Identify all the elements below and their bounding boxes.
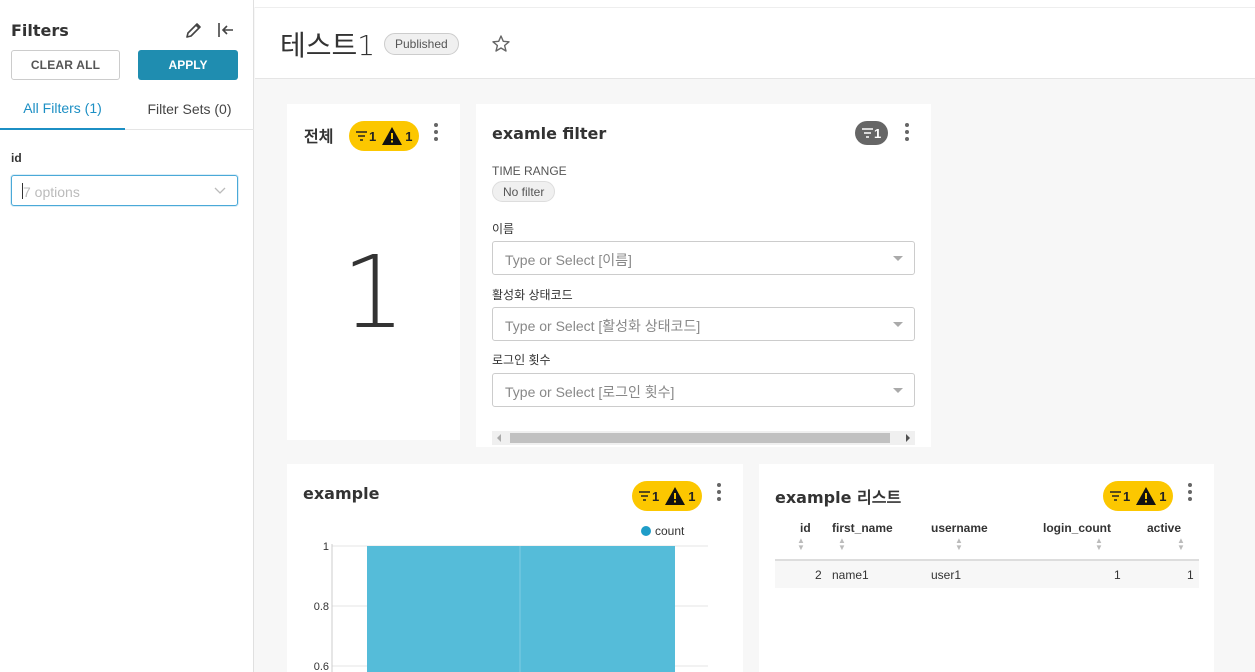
login-count-select[interactable]: Type or Select [로그인 횟수] [492, 373, 915, 407]
filter-warning-badge[interactable]: 1 1 [349, 121, 420, 151]
bar-chart-card: example 1 1 1 0.8 0.6 count [287, 464, 743, 672]
card-menu-icon[interactable] [1187, 483, 1193, 501]
filter-icon [862, 128, 873, 138]
filter-count: 1 [369, 128, 377, 144]
edit-pencil-icon[interactable] [183, 19, 205, 41]
card-title: examle filter [492, 124, 607, 143]
dashboard-title[interactable]: 테스트1 [280, 24, 375, 64]
legend-label[interactable]: count [655, 524, 685, 538]
filter-badge[interactable]: 1 [855, 121, 889, 145]
filter-count: 1 [874, 125, 882, 141]
warning-icon [1136, 487, 1157, 505]
cell-first-name: name1 [832, 568, 869, 582]
filter-count: 1 [1123, 488, 1131, 504]
name-select-placeholder: Type or Select [이름] [505, 252, 632, 268]
cell-username: user1 [931, 568, 962, 582]
filter-box-card: examle filter 1 TIME RANGE No filter 이름 … [476, 104, 931, 447]
tab-filter-sets[interactable]: Filter Sets (0) [125, 88, 254, 130]
column-header-username[interactable]: username [931, 521, 988, 535]
id-filter-placeholder: 7 options [23, 184, 80, 200]
sort-icon[interactable]: ▲ ▼ [797, 537, 805, 552]
active-code-select[interactable]: Type or Select [활성화 상태코드] [492, 307, 915, 341]
favorite-star-icon[interactable] [491, 34, 511, 59]
column-header-active[interactable]: active [1147, 521, 1181, 535]
filter-icon [1110, 491, 1121, 501]
warning-count: 1 [405, 128, 413, 144]
dropdown-arrow-icon [893, 256, 903, 261]
filter-label-id: id [11, 151, 22, 165]
y-tick-label: 0.6 [314, 661, 329, 672]
scrollbar-thumb[interactable] [510, 433, 890, 443]
bar-chart: 1 0.8 0.6 count [314, 524, 708, 672]
sort-icon[interactable]: ▲ ▼ [1095, 537, 1103, 552]
warning-icon [382, 127, 403, 145]
dashboard-header: 테스트1 Published [255, 7, 1255, 79]
cell-id: 2 [815, 568, 822, 582]
column-header-first-name[interactable]: first_name [832, 521, 893, 535]
card-menu-icon[interactable] [904, 123, 910, 141]
chevron-down-icon[interactable] [213, 183, 227, 202]
published-badge[interactable]: Published [384, 33, 459, 55]
legend-marker[interactable] [641, 526, 651, 536]
id-filter-select[interactable]: 7 options [11, 175, 238, 206]
big-number-value: 1 [341, 234, 406, 351]
sidebar-title: Filters [11, 21, 69, 40]
y-tick-label: 1 [323, 541, 329, 553]
filter-tabs: All Filters (1) Filter Sets (0) [0, 88, 254, 130]
time-range-pill[interactable]: No filter [492, 181, 556, 202]
sort-icon[interactable]: ▲ ▼ [1177, 537, 1185, 552]
filter-sidebar: Filters CLEAR ALL APPLY All Filters (1) … [0, 0, 254, 672]
time-range-label: TIME RANGE [492, 164, 567, 178]
card-menu-icon[interactable] [433, 123, 439, 141]
scroll-right-arrow-icon[interactable] [906, 434, 910, 442]
sort-icon[interactable]: ▲ ▼ [955, 537, 963, 552]
column-header-id[interactable]: id [800, 521, 811, 535]
cell-active: 1 [1187, 568, 1194, 582]
table-row: 2 name1 user1 1 1 [775, 561, 1199, 588]
dropdown-arrow-icon [893, 388, 903, 393]
cell-login-count: 1 [1114, 568, 1121, 582]
big-number-card: 전체 1 1 1 [287, 104, 460, 440]
card-title: example 리스트 [775, 488, 902, 507]
scroll-left-arrow-icon[interactable] [497, 434, 501, 442]
field-label-active-code: 활성화 상태코드 [492, 288, 573, 302]
warning-count: 1 [1159, 488, 1167, 504]
filter-icon [356, 131, 367, 141]
dropdown-arrow-icon [893, 322, 903, 327]
filter-warning-badge[interactable]: 1 1 [1103, 481, 1174, 511]
horizontal-scrollbar[interactable] [492, 431, 915, 445]
field-label-login-count: 로그인 횟수 [492, 353, 551, 367]
table-card: example 리스트 1 1 id first_name username l… [759, 464, 1214, 672]
bar[interactable] [367, 546, 675, 672]
collapse-sidebar-icon[interactable] [215, 19, 237, 41]
apply-button[interactable]: APPLY [138, 50, 238, 80]
login-count-select-placeholder: Type or Select [로그인 횟수] [505, 384, 675, 400]
sort-icon[interactable]: ▲ ▼ [838, 537, 846, 552]
tab-all-filters[interactable]: All Filters (1) [0, 88, 125, 130]
column-header-login-count[interactable]: login_count [1043, 521, 1111, 535]
card-title: 전체 [304, 127, 334, 146]
clear-all-button[interactable]: CLEAR ALL [11, 50, 120, 80]
field-label-name: 이름 [492, 222, 515, 236]
name-select[interactable]: Type or Select [이름] [492, 241, 915, 275]
y-tick-label: 0.8 [314, 601, 329, 613]
active-code-select-placeholder: Type or Select [활성화 상태코드] [505, 318, 701, 334]
